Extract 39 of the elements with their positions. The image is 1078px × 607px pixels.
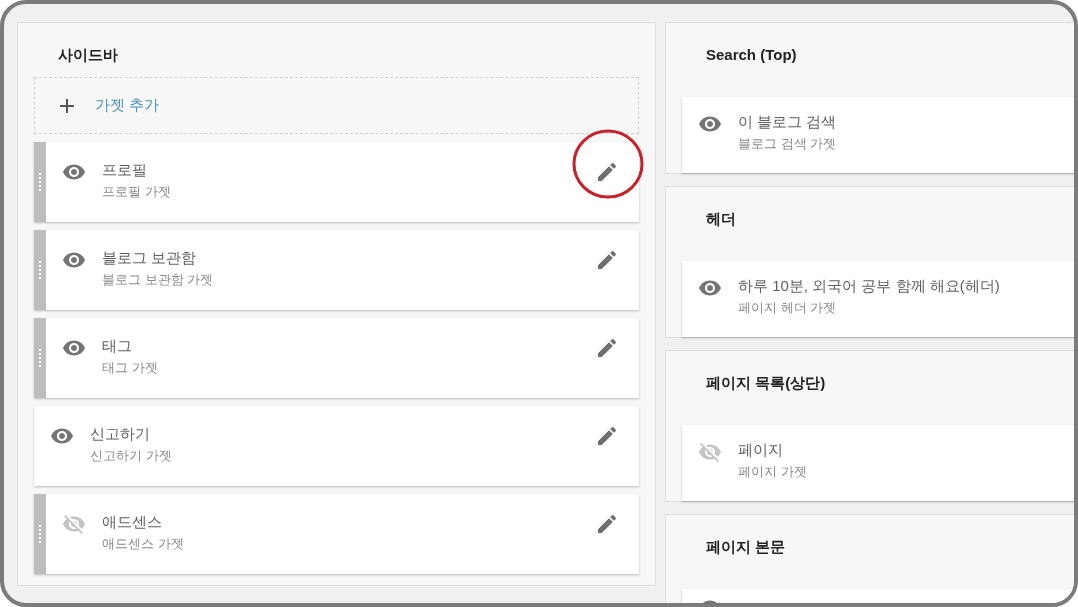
gadget-subtitle: 애드센스 가젯 xyxy=(102,535,185,553)
gadget-title: 신고하기 xyxy=(90,424,151,444)
gadget-title: 페이지 xyxy=(738,440,784,460)
gadget-subtitle: 프로필 가젯 xyxy=(102,183,172,201)
gadget-card[interactable]: 프로필 프로필 가젯 xyxy=(34,142,639,222)
section-title: 사이드바 xyxy=(57,45,119,65)
gadget-title: 블로그 보관함 xyxy=(102,248,198,268)
gadget-card[interactable]: 태그 태그 가젯 xyxy=(34,318,639,398)
gadget-subtitle: 신고하기 가젯 xyxy=(90,447,173,465)
gadget-subtitle: 태그 가젯 xyxy=(102,359,159,377)
edit-icon[interactable] xyxy=(595,512,619,536)
gadget-card[interactable]: 페이지 페이지 가젯 xyxy=(682,425,1074,501)
gadget-card[interactable]: 이 블로그 검색 블로그 검색 가젯 xyxy=(682,97,1074,173)
edit-icon[interactable] xyxy=(595,248,619,272)
gadget-title: 프로필 xyxy=(102,160,148,180)
edit-icon[interactable] xyxy=(595,160,619,184)
gadget-subtitle: 페이지 헤더 가젯 xyxy=(738,299,838,317)
gadget-title: 하루 10분, 외국어 공부 함께 해요(헤더) xyxy=(738,276,1000,296)
drag-handle[interactable] xyxy=(34,318,46,398)
drag-handle[interactable] xyxy=(34,494,46,574)
section-title: 헤더 xyxy=(705,209,737,229)
gadget-subtitle: 블로그 보관함 가젯 xyxy=(102,271,215,289)
edit-icon[interactable] xyxy=(595,424,619,448)
gadget-card[interactable]: 하루 10분, 외국어 공부 함께 해요(헤더) 페이지 헤더 가젯 xyxy=(682,261,1074,337)
section-title: 페이지 목록(상단) xyxy=(705,373,827,393)
drag-handle[interactable] xyxy=(34,230,46,310)
gadget-title: 애드센스 xyxy=(102,512,163,532)
gadget-title: 태그 xyxy=(102,336,133,356)
edit-icon[interactable] xyxy=(595,336,619,360)
add-gadget-button[interactable]: 가젯 추가 xyxy=(34,77,639,134)
gadget-card[interactable]: 신고하기 신고하기 가젯 xyxy=(34,406,639,486)
gadget-title: 이 블로그 검색 xyxy=(738,112,837,132)
section-title: Search (Top) xyxy=(705,45,798,65)
gadget-card[interactable]: 애드센스 애드센스 가젯 xyxy=(34,494,639,574)
gadget-card[interactable]: 블로그 보관함 블로그 보관함 가젯 xyxy=(34,230,639,310)
drag-handle[interactable] xyxy=(34,142,46,222)
section-title: 페이지 본문 xyxy=(705,537,787,557)
gadget-subtitle: 블로그 검색 가젯 xyxy=(738,135,837,153)
gadget-subtitle: 페이지 가젯 xyxy=(738,463,807,481)
